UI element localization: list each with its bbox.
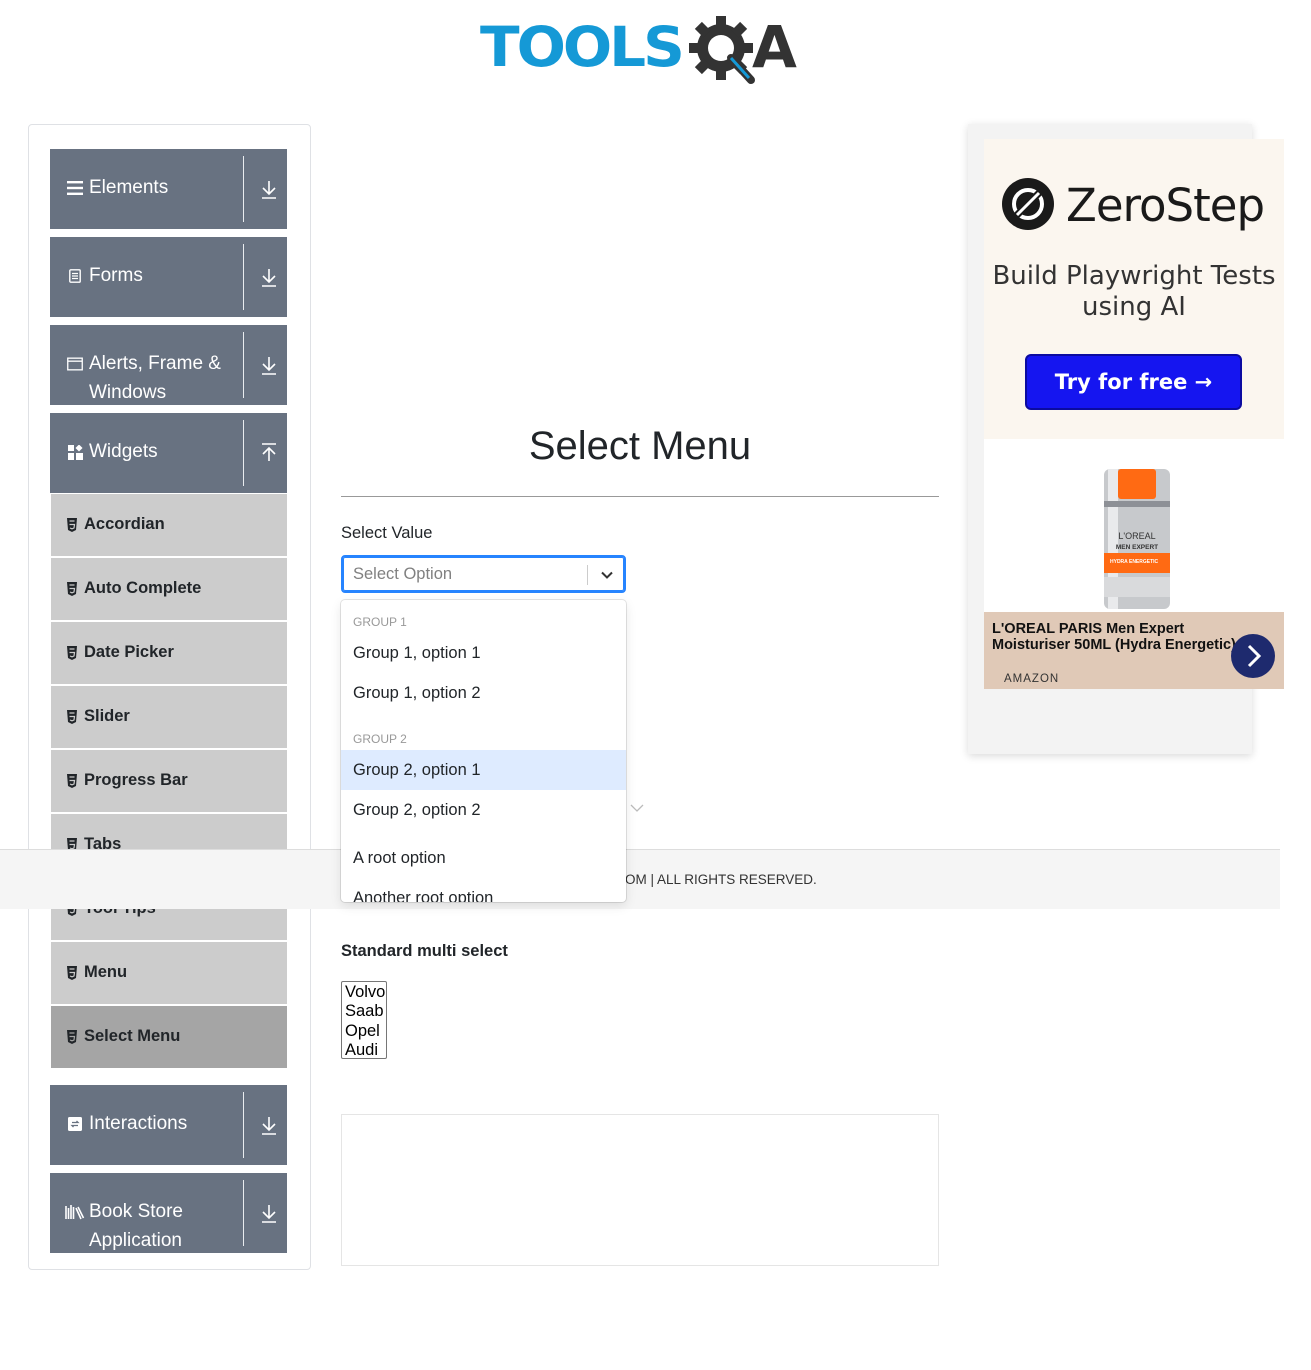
loreal-ad[interactable]: L'OREAL MEN EXPERT HYDRA ENERGETIC L'ORE… <box>984 439 1284 689</box>
try-for-free-button[interactable]: Try for free → <box>1025 354 1242 410</box>
chevron-down-icon[interactable] <box>630 802 644 814</box>
zerostep-ad[interactable]: ZeroStep Build Playwright Tests using AI… <box>984 139 1284 439</box>
group-book-store-application[interactable]: Book Store Application <box>50 1173 287 1253</box>
upload-arrow-icon[interactable] <box>257 439 281 467</box>
jar-line: MEN EXPERT <box>1116 544 1158 551</box>
product-jar-image: L'OREAL MEN EXPERT HYDRA ENERGETIC <box>1104 469 1170 609</box>
group-forms[interactable]: Forms <box>50 237 287 317</box>
item-label: Menu <box>84 963 128 981</box>
select-value-dropdown[interactable]: Select Option <box>341 555 626 593</box>
hamburger-icon <box>67 177 83 199</box>
download-arrow-icon[interactable] <box>257 175 281 203</box>
item-label: Progress Bar <box>84 771 188 789</box>
page-title: Select Menu <box>528 424 752 468</box>
interactions-icon <box>67 1113 83 1135</box>
zerostep-brand: ZeroStep <box>1066 179 1265 232</box>
select-value-menu: Group 1 Group 1, option 1 Group 1, optio… <box>341 600 626 902</box>
item-label: Date Picker <box>84 643 174 661</box>
option-group1-option2[interactable]: Group 1, option 2 <box>341 673 626 713</box>
html5-icon <box>67 518 77 532</box>
ad-source: AMAZON <box>1004 673 1060 685</box>
toolsqa-logo[interactable]: TOOLS A <box>480 14 805 92</box>
group-widgets[interactable]: Widgets <box>50 413 287 493</box>
jar-sub: HYDRA ENERGETIC <box>1110 559 1159 565</box>
option-group2-option2[interactable]: Group 2, option 2 <box>341 790 626 830</box>
html5-icon <box>67 646 77 660</box>
logo-text: TOOLS <box>480 14 685 80</box>
group-label: Widgets <box>89 441 158 462</box>
group-label: Elements <box>89 177 169 198</box>
multi-option[interactable]: Audi <box>345 1041 383 1060</box>
chevron-right-icon[interactable] <box>1231 634 1275 678</box>
item-label: Accordian <box>84 515 165 533</box>
group-heading: Group 2 <box>353 732 407 746</box>
menu-item-slider[interactable]: Slider <box>51 686 287 748</box>
menu-item-select-menu[interactable]: Select Menu <box>51 1006 287 1068</box>
group-label: Book Store Application <box>89 1201 183 1251</box>
multi-option[interactable]: Volvo <box>345 983 385 1002</box>
zerostep-tagline: Build Playwright Tests using AI <box>992 261 1276 322</box>
item-label: Slider <box>84 707 130 725</box>
option-group1-option1[interactable]: Group 1, option 1 <box>341 633 626 673</box>
group-heading: Group 1 <box>353 615 407 629</box>
ad-product-title: L'OREAL PARIS Men Expert Moisturiser 50M… <box>992 621 1236 653</box>
group-interactions[interactable]: Interactions <box>50 1085 287 1165</box>
ad-caption: L'OREAL PARIS Men Expert Moisturiser 50M… <box>984 612 1284 689</box>
logo-a: A <box>752 13 797 81</box>
ad-placeholder <box>341 1114 939 1266</box>
zerostep-logo-icon <box>1002 178 1054 230</box>
menu-item-date-picker[interactable]: Date Picker <box>51 622 287 684</box>
gear-magnifier-icon <box>689 16 755 84</box>
form-doc-icon <box>67 265 83 287</box>
html5-icon <box>67 966 77 980</box>
window-icon <box>67 353 83 375</box>
item-label: Auto Complete <box>84 579 202 597</box>
group-alerts-frame-windows[interactable]: Alerts, Frame & Windows <box>50 325 287 405</box>
group-label: Forms <box>89 265 143 286</box>
menu-item-menu[interactable]: Menu <box>51 942 287 1004</box>
menu-item-progress-bar[interactable]: Progress Bar <box>51 750 287 812</box>
option-root1[interactable]: A root option <box>341 838 626 878</box>
group-label: Interactions <box>89 1113 188 1134</box>
select-placeholder: Select Option <box>353 565 453 583</box>
option-group2-option1[interactable]: Group 2, option 1 <box>341 750 626 790</box>
select-value-label: Select Value <box>341 524 433 542</box>
html5-icon <box>67 710 77 724</box>
title-divider <box>341 496 939 497</box>
widgets-icon <box>67 441 83 463</box>
footer-copyright: OM | ALL RIGHTS RESERVED. <box>625 872 817 887</box>
item-label: Select Menu <box>84 1027 181 1045</box>
download-arrow-icon[interactable] <box>257 351 281 379</box>
download-arrow-icon[interactable] <box>257 263 281 291</box>
group-elements[interactable]: Elements <box>50 149 287 229</box>
jar-brand: L'OREAL <box>1118 531 1155 541</box>
multi-option[interactable]: Opel <box>345 1022 383 1041</box>
html5-icon <box>67 1030 77 1044</box>
download-arrow-icon[interactable] <box>257 1199 281 1227</box>
download-arrow-icon[interactable] <box>257 1111 281 1139</box>
indicator-separator <box>587 565 588 585</box>
menu-item-auto-complete[interactable]: Auto Complete <box>51 558 287 620</box>
multi-option[interactable]: Saab <box>345 1002 384 1021</box>
chevron-down-icon[interactable] <box>599 567 615 583</box>
html5-icon <box>67 582 77 596</box>
menu-item-accordian[interactable]: Accordian <box>51 494 287 556</box>
left-panel: Elements Forms Alerts, Frame & Windows W… <box>28 124 311 1270</box>
option-root2[interactable]: Another root option <box>341 878 626 902</box>
multi-select-label: Standard multi select <box>341 942 508 960</box>
html5-icon <box>67 774 77 788</box>
books-icon <box>65 1201 85 1223</box>
cars-multi-select[interactable]: Volvo Saab Opel Audi <box>341 981 387 1059</box>
group-label: Alerts, Frame & Windows <box>89 353 221 403</box>
